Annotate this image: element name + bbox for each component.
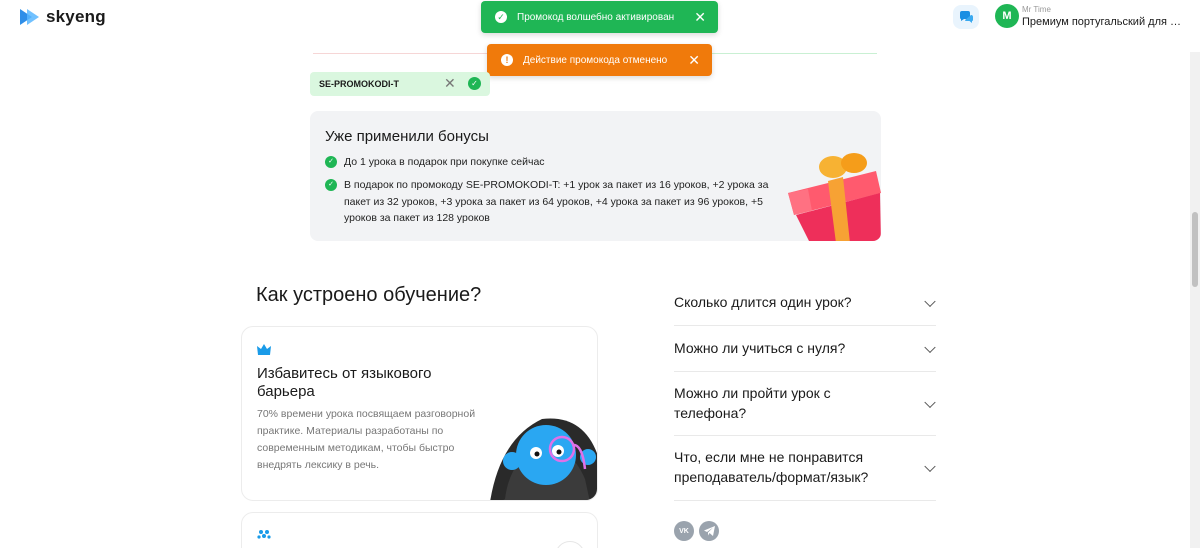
bonuses-title: Уже применили бонусы	[325, 128, 489, 145]
chevron-down-icon	[924, 341, 936, 353]
avatar[interactable]: M	[995, 4, 1019, 28]
check-circle-icon: ✓	[495, 11, 507, 23]
check-circle-icon: ✓	[325, 156, 337, 168]
bonus-item-text: До 1 урока в подарок при покупке сейчас	[344, 156, 545, 168]
feature-title: Избавитесь от языкового барьера	[257, 365, 432, 400]
close-icon[interactable]: ✕	[688, 53, 700, 67]
check-circle-icon: ✓	[468, 77, 481, 90]
bonus-item: ✓ В подарок по промокоду SE-PROMOKODI-T:…	[325, 177, 785, 227]
success-toast: ✓ Промокод волшебно активирован ✕	[481, 1, 718, 33]
scrollbar-thumb[interactable]	[1192, 212, 1198, 287]
vk-icon[interactable]: VK	[674, 521, 694, 541]
applied-bonuses-card: Уже применили бонусы ✓ До 1 урока в пода…	[310, 111, 881, 241]
logo-mark-icon	[20, 9, 39, 25]
divider-line	[712, 53, 877, 54]
section-title: Как устроено обучение?	[256, 284, 482, 306]
chat-bubbles-icon	[959, 10, 973, 23]
faq-question: Можно ли учиться с нуля?	[674, 340, 846, 356]
close-icon[interactable]: ✕	[694, 10, 706, 24]
skyeng-logo[interactable]: skyeng	[20, 7, 106, 27]
faq-item[interactable]: Можно ли пройти урок с телефона?	[674, 372, 936, 436]
logo-text: skyeng	[46, 7, 106, 26]
faq-question: Что, если мне не понравится преподавател…	[674, 449, 869, 485]
people-icon	[257, 530, 271, 539]
telegram-icon[interactable]	[699, 521, 719, 541]
feature-card: Избавитесь от языкового барьера 70% врем…	[241, 326, 598, 501]
promo-code-chip: SE-PROMOKODI-T ✕ ✓	[310, 72, 490, 96]
warning-toast-text: Действие промокода отменено	[523, 54, 668, 66]
remove-promo-icon[interactable]: ✕	[444, 76, 456, 90]
user-plan[interactable]: Премиум португальский для взрослых	[1022, 16, 1182, 28]
faq-question: Сколько длится один урок?	[674, 294, 852, 310]
bonus-item-text: В подарок по промокоду SE-PROMOKODI-T: +…	[344, 179, 769, 224]
divider-line	[313, 53, 488, 54]
faq-item[interactable]: Что, если мне не понравится преподавател…	[674, 436, 936, 501]
feature-description: 70% времени урока посвящаем разговорной …	[257, 408, 476, 471]
chevron-down-icon	[924, 396, 936, 408]
paper-plane-icon	[703, 526, 715, 536]
faq-item[interactable]: Сколько длится один урок?	[674, 280, 936, 326]
chevron-down-icon	[924, 460, 936, 473]
bonus-item: ✓ До 1 урока в подарок при покупке сейча…	[325, 154, 545, 171]
success-toast-text: Промокод волшебно активирован	[517, 11, 675, 23]
user-name: Mr Time	[1022, 5, 1051, 14]
faq-question: Можно ли пройти урок с телефона?	[674, 385, 831, 421]
feature-card	[241, 512, 598, 548]
gift-box-icon	[788, 153, 881, 241]
crown-icon	[257, 344, 271, 355]
check-circle-icon: ✓	[325, 179, 337, 191]
warning-toast: ! Действие промокода отменено ✕	[487, 44, 712, 76]
card-expand-button[interactable]	[555, 541, 585, 548]
chat-button[interactable]	[953, 5, 979, 29]
warning-circle-icon: !	[501, 54, 513, 66]
character-illustration	[490, 418, 597, 500]
faq-item[interactable]: Можно ли учиться с нуля?	[674, 326, 936, 372]
chevron-down-icon	[924, 295, 936, 307]
faq-list: Сколько длится один урок? Можно ли учить…	[674, 280, 936, 501]
scrollbar-track[interactable]	[1190, 52, 1200, 548]
promo-code-text: SE-PROMOKODI-T	[319, 79, 399, 89]
